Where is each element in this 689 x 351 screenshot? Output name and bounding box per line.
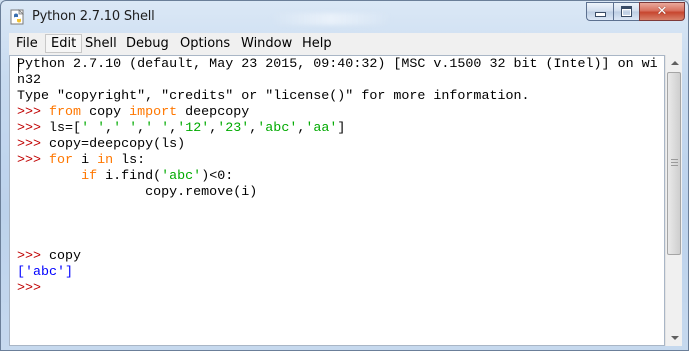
window-frame: Python 2.7.10 Shell ✕ File Edit Shell De… <box>0 0 689 351</box>
code-token-keyword: import <box>129 105 178 120</box>
minimize-icon <box>594 12 606 17</box>
code-token-text: , <box>137 121 146 136</box>
menu-edit[interactable]: Edit <box>45 34 83 53</box>
shell-line: copy.remove(i) <box>17 185 658 201</box>
code-token-text: )<0: <box>201 169 234 184</box>
vertical-scrollbar[interactable] <box>665 55 682 346</box>
code-token-prompt: >>> <box>17 121 50 136</box>
code-token-prompt: >>> <box>17 249 50 264</box>
code-token-text: copy=deepcopy(ls) <box>49 137 186 152</box>
code-token-prompt: >>> <box>17 137 50 152</box>
code-token-text: n32 <box>17 73 42 88</box>
shell-line: ['abc'] <box>17 265 658 281</box>
code-token-string: ' ' <box>81 121 106 136</box>
code-token-text: i.find( <box>97 169 162 184</box>
menu-debug[interactable]: Debug <box>121 34 174 53</box>
code-token-prompt: >>> <box>17 281 50 296</box>
code-token-prompt: >>> <box>17 153 50 168</box>
code-token-string: ' ' <box>113 121 138 136</box>
shell-line: >>> <box>17 281 658 297</box>
code-token-keyword: if <box>81 169 98 184</box>
code-token-prompt: >>> <box>17 105 50 120</box>
scroll-down-button[interactable] <box>667 330 682 346</box>
grip-line <box>671 165 678 166</box>
maximize-icon <box>621 6 632 17</box>
shell-line <box>17 233 658 249</box>
grip-line <box>671 162 678 163</box>
maximize-button[interactable] <box>613 2 639 21</box>
close-icon: ✕ <box>656 4 668 19</box>
code-token-string: 'abc' <box>161 169 202 184</box>
shell-text-area[interactable]: Python 2.7.10 (default, May 23 2015, 09:… <box>9 55 665 346</box>
code-token-text: copy <box>81 105 130 120</box>
code-token-keyword: in <box>97 153 114 168</box>
menu-bar: File Edit Shell Debug Options Window Hel… <box>9 33 682 56</box>
shell-output[interactable]: Python 2.7.10 (default, May 23 2015, 09:… <box>17 57 658 297</box>
title-bar[interactable]: Python 2.7.10 Shell ✕ <box>1 1 689 33</box>
menu-file[interactable]: File <box>11 34 43 53</box>
shell-line: >>> copy <box>17 249 658 265</box>
code-token-text: Python 2.7.10 (default, May 23 2015, 09:… <box>17 57 658 72</box>
code-token-text: , <box>105 121 114 136</box>
minimize-button[interactable] <box>586 2 613 21</box>
shell-line: >>> from copy import deepcopy <box>17 105 658 121</box>
caption-buttons: ✕ <box>586 2 685 22</box>
code-token-text: ] <box>337 121 346 136</box>
code-token-string: 'aa' <box>305 121 338 136</box>
menu-shell[interactable]: Shell <box>80 34 122 53</box>
shell-line: n32 <box>17 73 658 89</box>
python-idle-icon <box>10 9 24 25</box>
shell-line <box>17 217 658 233</box>
code-token-text: , <box>169 121 178 136</box>
shell-line <box>17 201 658 217</box>
code-token-text: ls: <box>113 153 146 168</box>
chevron-up-icon <box>670 61 679 65</box>
code-token-string: '23' <box>217 121 250 136</box>
code-token-text: ls=[ <box>49 121 82 136</box>
scroll-thumb[interactable] <box>667 72 681 255</box>
code-token-string: '12' <box>177 121 210 136</box>
shell-line: >>> copy=deepcopy(ls) <box>17 137 658 153</box>
title-blur <box>271 13 391 25</box>
shell-line: >>> for i in ls: <box>17 153 658 169</box>
window-title: Python 2.7.10 Shell <box>32 9 155 24</box>
menu-help[interactable]: Help <box>297 34 337 53</box>
shell-line: Python 2.7.10 (default, May 23 2015, 09:… <box>17 57 658 73</box>
shell-line: if i.find('abc')<0: <box>17 169 658 185</box>
menu-options[interactable]: Options <box>175 34 235 53</box>
code-token-output: ['abc'] <box>17 265 74 280</box>
menu-window[interactable]: Window <box>236 34 297 53</box>
code-token-keyword: for <box>49 153 74 168</box>
scroll-up-button[interactable] <box>667 55 682 71</box>
code-token-string: 'abc' <box>257 121 298 136</box>
code-token-string: ' ' <box>145 121 170 136</box>
close-button[interactable]: ✕ <box>639 2 685 21</box>
code-token-text: Type "copyright", "credits" or "license(… <box>17 89 530 104</box>
shell-line: >>> ls=[' ',' ',' ','12','23','abc','aa'… <box>17 121 658 137</box>
grip-line <box>671 159 678 160</box>
shell-line: Type "copyright", "credits" or "license(… <box>17 89 658 105</box>
code-token-text: deepcopy <box>177 105 250 120</box>
code-token-keyword: from <box>49 105 82 120</box>
code-token-text: copy <box>49 249 82 264</box>
text-caret <box>18 58 19 73</box>
chevron-down-icon <box>670 336 679 340</box>
code-token-text: copy.remove(i) <box>17 185 258 200</box>
code-token-text: i <box>73 153 98 168</box>
